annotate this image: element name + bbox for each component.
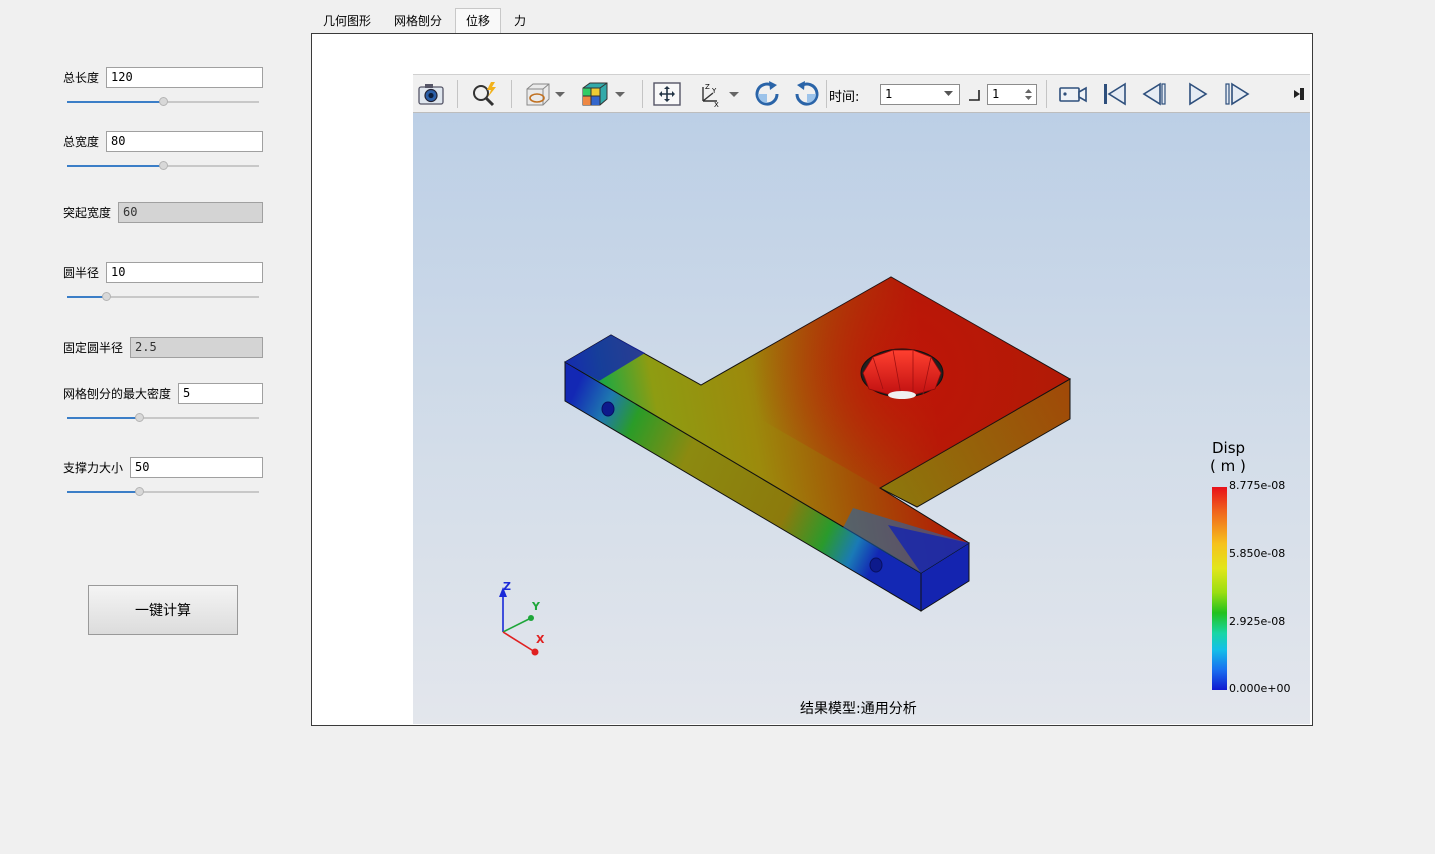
bump-width-label: 突起宽度	[63, 206, 112, 220]
mesh-density-label: 网格刨分的最大密度	[63, 387, 172, 401]
chevron-down-icon[interactable]	[727, 79, 741, 109]
video-record-icon[interactable]	[1057, 79, 1089, 109]
slider-handle[interactable]	[159, 161, 168, 170]
svg-text:Y: Y	[711, 87, 717, 95]
fixed-radius-field: 2.5	[130, 337, 263, 358]
svg-text:Z: Z	[705, 83, 710, 91]
color-cube-icon[interactable]	[579, 79, 611, 109]
total-length-label: 总长度	[63, 71, 100, 85]
tab-displacement[interactable]: 位移	[455, 8, 501, 34]
first-frame-icon[interactable]	[1099, 79, 1131, 109]
step-spinbox[interactable]: 1	[987, 84, 1037, 105]
legend-tick-max: 8.775e-08	[1229, 479, 1286, 492]
axis-y-label: Y	[532, 600, 540, 613]
chevron-down-icon[interactable]	[553, 79, 567, 109]
slider-handle[interactable]	[135, 487, 144, 496]
play-icon[interactable]	[1181, 79, 1213, 109]
axis-triad	[499, 587, 539, 656]
fixed-radius-label: 固定圆半径	[63, 341, 124, 355]
svg-text:X: X	[714, 101, 719, 109]
legend-colorbar	[1212, 487, 1227, 690]
tab-mesh[interactable]: 网格刨分	[384, 9, 452, 33]
step-icon	[969, 90, 980, 101]
axis-z-label: Z	[503, 580, 511, 593]
calculate-button[interactable]: 一键计算	[88, 585, 238, 635]
support-force-label: 支撑力大小	[63, 461, 124, 475]
time-value: 1	[885, 87, 893, 101]
bump-width-field: 60	[118, 202, 263, 223]
slider-handle[interactable]	[135, 413, 144, 422]
circle-radius-input[interactable]: 10	[106, 262, 263, 283]
result-viewport[interactable]: Z Y X Disp ( m ) 8.775e-08 5.850e-08 2.9…	[413, 113, 1310, 724]
legend-unit: ( m )	[1210, 457, 1246, 475]
support-force-slider[interactable]	[67, 487, 259, 497]
fit-view-icon[interactable]	[651, 79, 683, 109]
rotate-cw-icon[interactable]	[751, 79, 783, 109]
chevron-down-icon[interactable]	[613, 79, 627, 109]
mesh-density-input[interactable]: 5	[178, 383, 263, 404]
total-width-input[interactable]: 80	[106, 131, 263, 152]
time-select[interactable]: 1	[880, 84, 960, 105]
total-length-slider[interactable]	[67, 97, 259, 107]
viewer-toolbar: ZYX 时间: 1 1	[413, 74, 1310, 113]
total-width-slider[interactable]	[67, 161, 259, 171]
tab-force[interactable]: 力	[504, 9, 536, 33]
next-frame-icon[interactable]	[1221, 79, 1253, 109]
slider-handle[interactable]	[102, 292, 111, 301]
support-force-input[interactable]: 50	[130, 457, 263, 478]
axes-orientation-icon[interactable]: ZYX	[693, 79, 725, 109]
display-mode-icon[interactable]	[521, 79, 553, 109]
chevron-down-icon	[944, 91, 953, 96]
circle-radius-label: 圆半径	[63, 266, 100, 280]
displacement-model	[499, 276, 1072, 656]
total-length-input[interactable]: 120	[106, 67, 263, 88]
legend-tick-2: 5.850e-08	[1229, 547, 1286, 560]
camera-icon[interactable]	[415, 79, 447, 109]
circle-radius-slider[interactable]	[67, 292, 259, 302]
mesh-density-slider[interactable]	[67, 413, 259, 423]
time-label: 时间:	[829, 90, 860, 105]
rotate-ccw-icon[interactable]	[791, 79, 823, 109]
step-value: 1	[992, 87, 1000, 101]
axis-x-label: X	[536, 633, 545, 646]
slider-handle[interactable]	[159, 97, 168, 106]
legend-tick-1: 2.925e-08	[1229, 615, 1286, 628]
spin-arrows-icon[interactable]	[1025, 88, 1032, 101]
result-caption: 结果模型:通用分析	[800, 701, 917, 717]
zoom-pick-icon[interactable]	[468, 79, 500, 109]
total-width-label: 总宽度	[63, 135, 100, 149]
legend-title: Disp	[1212, 439, 1246, 457]
previous-frame-icon[interactable]	[1139, 79, 1171, 109]
legend-tick-min: 0.000e+00	[1229, 682, 1291, 695]
toolbar-extension-icon[interactable]	[1292, 79, 1306, 109]
tab-geometry[interactable]: 几何图形	[312, 9, 382, 33]
